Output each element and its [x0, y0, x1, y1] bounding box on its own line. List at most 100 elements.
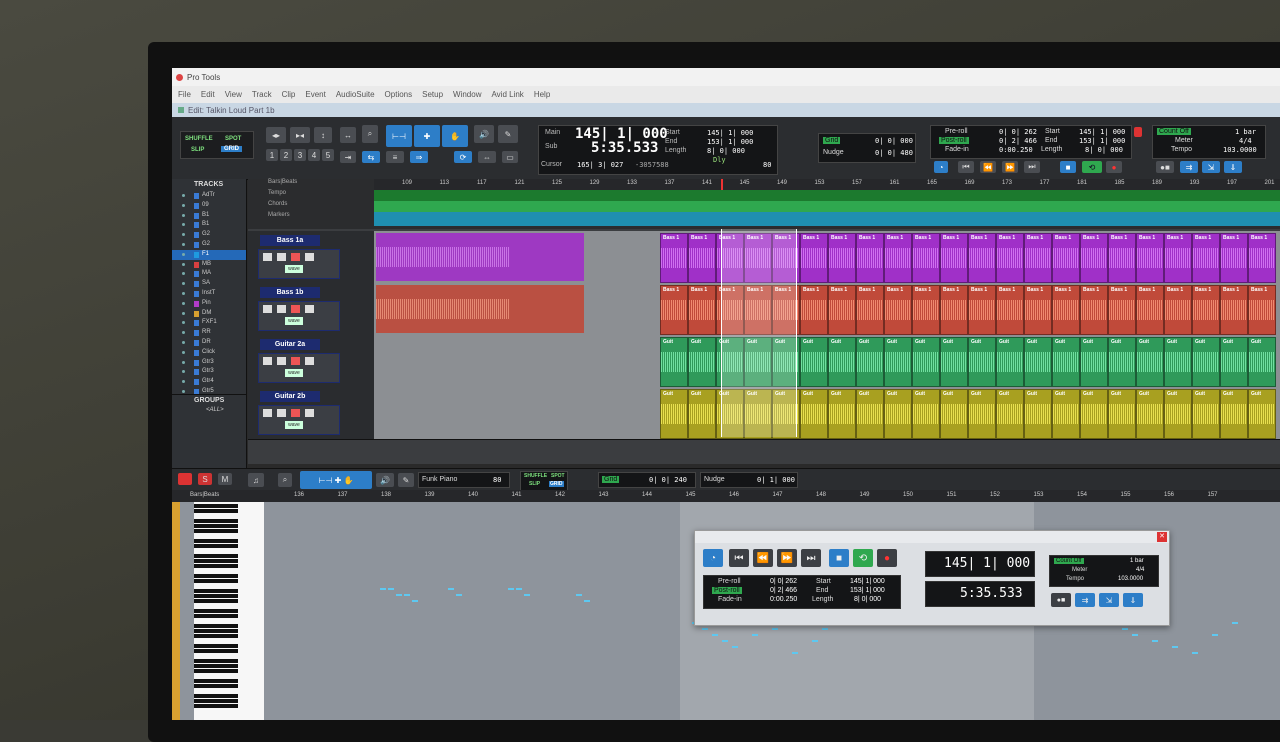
midi-note[interactable] — [812, 640, 818, 642]
visibility-dot-icon[interactable] — [182, 350, 185, 354]
track-list-item[interactable]: InstT — [172, 289, 246, 299]
meter-value[interactable]: 4/4 — [1239, 137, 1252, 145]
midi-grid-value[interactable]: 0| 0| 240 — [649, 476, 687, 484]
record-arm-button[interactable] — [263, 409, 272, 417]
piano-black-key[interactable] — [194, 669, 238, 673]
piano-black-key[interactable] — [194, 614, 238, 618]
count-off-button[interactable]: Count Off — [1157, 128, 1191, 135]
midi-note[interactable] — [752, 634, 758, 636]
visibility-dot-icon[interactable] — [182, 291, 185, 295]
zoom-preset-5[interactable]: 5 — [322, 149, 334, 161]
visibility-dot-icon[interactable] — [182, 262, 185, 266]
piano-black-key[interactable] — [194, 539, 238, 543]
track-list-item[interactable]: RR — [172, 328, 246, 338]
audio-clip[interactable]: Bass 1 — [1220, 285, 1248, 335]
link-track-button[interactable]: ≡ — [386, 151, 404, 163]
audio-clip[interactable]: Bass 1 — [1220, 233, 1248, 283]
float-main-counter[interactable]: 145| 1| 000 — [925, 551, 1035, 577]
menu-item-setup[interactable]: Setup — [422, 90, 443, 99]
record-arm-button[interactable] — [263, 253, 272, 261]
audio-clip[interactable]: Bass 1 — [1136, 233, 1164, 283]
audio-clip[interactable]: Guit — [912, 389, 940, 439]
visibility-dot-icon[interactable] — [182, 242, 185, 246]
wait-for-note-icon[interactable]: ⇲ — [1202, 161, 1220, 173]
track-name[interactable]: Bass 1a — [260, 235, 320, 246]
zoom-preset-3[interactable]: 3 — [294, 149, 306, 161]
midi-note[interactable] — [1132, 634, 1138, 636]
audio-clip[interactable]: Guit — [1164, 389, 1192, 439]
mute-button[interactable] — [305, 305, 314, 313]
midi-note[interactable] — [576, 594, 582, 596]
midi-note[interactable] — [1192, 652, 1198, 654]
visibility-dot-icon[interactable] — [182, 340, 185, 344]
midi-note[interactable] — [524, 594, 530, 596]
audio-clip[interactable]: Bass 1 — [828, 285, 856, 335]
audio-clip[interactable]: Bass 1 — [856, 233, 884, 283]
midi-note[interactable] — [1172, 646, 1178, 648]
track-list-item[interactable]: 09 — [172, 201, 246, 211]
piano-black-key[interactable] — [194, 529, 238, 533]
delay-comp-label[interactable]: Dly — [713, 156, 726, 164]
track-list-item[interactable]: Gtr3 — [172, 358, 246, 368]
audio-clip[interactable]: Guit — [996, 337, 1024, 387]
audio-clip[interactable]: Guit — [1220, 337, 1248, 387]
float-main-counter-value[interactable]: 145| 1| 000 — [944, 556, 1030, 571]
audio-clip[interactable]: Bass 1 — [912, 285, 940, 335]
note-icon[interactable]: ♫ — [248, 473, 264, 487]
piano-black-key[interactable] — [194, 504, 238, 508]
shuffle-mode-button[interactable]: SHUFFLE — [185, 136, 213, 142]
input-monitor-button[interactable] — [277, 253, 286, 261]
audio-clip[interactable]: Guit — [1080, 389, 1108, 439]
track-view-selector[interactable]: wave — [285, 317, 303, 325]
menu-item-audiosuite[interactable]: AudioSuite — [336, 90, 375, 99]
fadein-label[interactable]: Fade-in — [945, 146, 969, 153]
midi-shuffle-button[interactable]: SHUFFLE — [524, 473, 547, 479]
audio-clip[interactable]: Bass 1 — [800, 285, 828, 335]
audio-clip[interactable]: Bass 1 — [1024, 285, 1052, 335]
audio-clip[interactable]: Bass 1 — [1024, 233, 1052, 283]
track-lane[interactable]: Guit Guit Guit Guit Guit Guit Guit Guit Guit Guit… — [374, 335, 1280, 388]
tempo-ruler[interactable] — [374, 190, 1280, 201]
audio-clip[interactable]: Guit — [1080, 337, 1108, 387]
track-list-item[interactable]: B1 — [172, 220, 246, 230]
float-length-value[interactable]: 8| 0| 000 — [854, 596, 881, 603]
sub-counter-value[interactable]: 5:35.533 — [591, 140, 658, 156]
visibility-dot-icon[interactable] — [182, 272, 185, 276]
pencil-icon[interactable]: ✎ — [498, 125, 518, 143]
track-view-selector[interactable]: wave — [285, 369, 303, 377]
midi-note[interactable] — [822, 628, 828, 630]
midi-grid-button[interactable]: GRID — [549, 481, 564, 487]
piano-black-key[interactable] — [194, 644, 238, 648]
audio-clip[interactable]: Guit — [688, 337, 716, 387]
midi-note[interactable] — [404, 594, 410, 596]
audio-clip[interactable]: Guit — [1136, 389, 1164, 439]
loop-play-icon[interactable]: ⟲ — [1082, 161, 1102, 173]
float-end-value[interactable]: 153| 1| 000 — [850, 587, 885, 594]
piano-black-key[interactable] — [194, 559, 238, 563]
visibility-dot-icon[interactable] — [182, 213, 185, 217]
float-go-to-end-icon[interactable]: ⏭ — [801, 549, 821, 567]
track-lane[interactable]: Guit Guit Guit Guit Guit Guit Guit Guit Guit Guit… — [374, 387, 1280, 440]
audio-clip[interactable]: Bass 1 — [1248, 233, 1276, 283]
audio-clip[interactable]: Guit — [1108, 337, 1136, 387]
track-list-item[interactable]: F1 — [172, 249, 246, 260]
record-icon[interactable]: ● — [1106, 161, 1122, 173]
audio-clip[interactable]: Guit — [1192, 337, 1220, 387]
menu-item-edit[interactable]: Edit — [201, 90, 215, 99]
track-list-item[interactable]: DM — [172, 309, 246, 319]
instrument-selector[interactable]: Funk Piano 80 — [418, 472, 510, 488]
float-count-off-value[interactable]: 1 bar — [1130, 558, 1144, 564]
metronome-toggle[interactable]: ●■ — [1156, 161, 1174, 173]
audio-clip[interactable]: Bass 1 — [940, 233, 968, 283]
float-record-icon[interactable]: ● — [877, 549, 897, 567]
visibility-dot-icon[interactable] — [182, 301, 185, 305]
bars-beats-ruler[interactable]: 109 113 117 121 125 129 133 137 141 145 149 153 157 1… — [374, 179, 1280, 190]
zoom-out-button[interactable]: ◂▸ — [266, 127, 286, 143]
float-wait-note-icon[interactable]: ⇲ — [1099, 593, 1119, 607]
piano-black-key[interactable] — [194, 694, 238, 698]
return-to-zero-icon[interactable]: ⏮ — [958, 161, 974, 173]
audio-clip[interactable]: Bass 1 — [1108, 285, 1136, 335]
audio-clip[interactable]: Guit — [968, 337, 996, 387]
solo-button[interactable] — [291, 409, 300, 417]
mute-button[interactable] — [305, 253, 314, 261]
